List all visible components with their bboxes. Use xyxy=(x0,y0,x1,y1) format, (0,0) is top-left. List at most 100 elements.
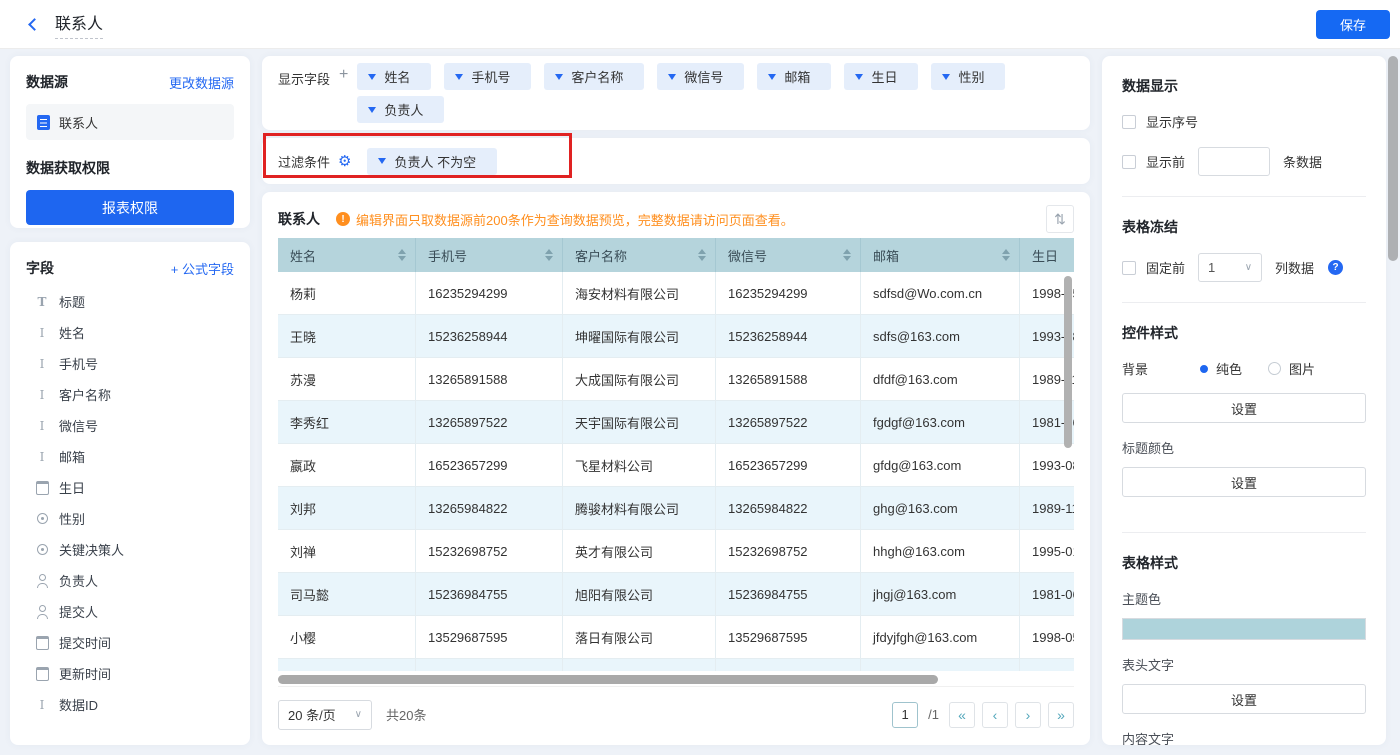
last-page-button[interactable]: » xyxy=(1048,701,1074,728)
table-cell: 杨莉 xyxy=(278,272,416,314)
field-item[interactable]: 微信号 xyxy=(26,410,234,441)
save-button[interactable]: 保存 xyxy=(1315,9,1390,39)
divider xyxy=(1122,302,1366,303)
filter-condition-chip[interactable]: 负责人 不为空 xyxy=(367,147,498,175)
help-icon[interactable]: ? xyxy=(1328,260,1344,275)
field-item[interactable]: 性别 xyxy=(26,503,234,534)
back-button[interactable]: 联系人 xyxy=(28,10,104,39)
field-chip[interactable]: 邮箱 xyxy=(757,63,832,90)
report-permission-button[interactable]: 报表权限 xyxy=(26,190,234,225)
field-chip[interactable]: 微信号 xyxy=(657,63,745,90)
field-item[interactable]: 负责人 xyxy=(26,565,234,596)
datasource-item[interactable]: 联系人 xyxy=(26,104,234,140)
table-row[interactable]: 司马懿 15236984755 旭阳有限公司 15236984755 jhgj@163.… xyxy=(278,573,1074,616)
table-body: 杨莉 16235294299 海安材料有限公司 16235294299 sdfsd@Wo… xyxy=(278,272,1074,671)
background-set-button[interactable]: 设置 xyxy=(1122,393,1366,423)
table-row[interactable]: 小樱 13529687595 落日有限公司 13529687595 jfdyjfgh@1… xyxy=(278,616,1074,659)
field-item-label: 数据ID xyxy=(59,698,99,713)
table-cell: 13265897522 xyxy=(716,401,861,443)
table-header-cell[interactable]: 客户名称 xyxy=(563,238,716,272)
horizontal-scroll-thumb[interactable] xyxy=(278,675,938,684)
field-item[interactable]: 数据ID xyxy=(26,689,234,720)
chevron-down-icon xyxy=(378,158,387,164)
show-first-checkbox[interactable] xyxy=(1122,154,1136,169)
page-scroll-thumb[interactable] xyxy=(1388,56,1398,261)
table-cell: 16523657299 xyxy=(716,444,861,486)
field-chip[interactable]: 手机号 xyxy=(444,63,532,90)
field-item-label: 客户名称 xyxy=(59,388,112,403)
data-table: 姓名 手机号 客户名称 微信号 邮箱 生日 杨莉 16235294299 海安材… xyxy=(278,238,1074,686)
field-item[interactable]: 手机号 xyxy=(26,348,234,379)
table-header-cell[interactable]: 邮箱 xyxy=(861,238,1020,272)
table-header-cell[interactable]: 微信号 xyxy=(716,238,861,272)
table-cell: sdfs@163.com xyxy=(861,315,1020,357)
table-cell xyxy=(278,659,416,671)
table-row[interactable] xyxy=(278,659,1074,671)
table-cell: 13529687595 xyxy=(416,616,563,658)
gear-icon[interactable]: ⚙ xyxy=(338,154,351,169)
field-item[interactable]: 提交人 xyxy=(26,596,234,627)
show-first-count-input[interactable] xyxy=(1198,147,1271,176)
field-item[interactable]: 姓名 xyxy=(26,317,234,348)
field-item-label: 提交人 xyxy=(59,605,99,620)
field-item[interactable]: 更新时间 xyxy=(26,658,234,689)
table-row[interactable]: 杨莉 16235294299 海安材料有限公司 16235294299 sdfsd@Wo… xyxy=(278,272,1074,315)
column-sort-icon[interactable] xyxy=(698,249,706,261)
field-item-label: 标题 xyxy=(59,295,86,310)
table-card: 联系人 ! 编辑界面只取数据源前200条作为查询数据预览，完整数据请访问页面查看… xyxy=(262,192,1090,745)
show-index-checkbox[interactable] xyxy=(1122,114,1136,129)
freeze-count-select[interactable]: 1 ∨ xyxy=(1198,253,1263,282)
field-item[interactable]: 生日 xyxy=(26,472,234,503)
field-item[interactable]: 提交时间 xyxy=(26,627,234,658)
current-page-input[interactable]: 1 xyxy=(892,701,919,728)
main-content: 数据源 更改数据源 联系人 数据获取权限 报表权限 字段 + 公式字段 标题 xyxy=(0,48,1400,755)
field-chip[interactable]: 负责人 xyxy=(357,96,445,123)
field-item[interactable]: 标题 xyxy=(26,286,234,317)
table-style-heading: 表格样式 xyxy=(1122,555,1178,571)
page-size-value: 20 条/页 xyxy=(288,708,336,723)
table-row[interactable]: 嬴政 16523657299 飞星材料公司 16523657299 gfdg@163.c… xyxy=(278,444,1074,487)
field-item[interactable]: 邮箱 xyxy=(26,441,234,472)
table-vertical-scrollbar[interactable] xyxy=(1064,276,1072,448)
header-text-set-button[interactable]: 设置 xyxy=(1122,684,1366,714)
table-header-cell[interactable]: 手机号 xyxy=(416,238,563,272)
chevron-down-icon xyxy=(455,73,464,80)
freeze-columns-checkbox[interactable] xyxy=(1122,260,1136,275)
add-display-field-button[interactable]: + xyxy=(339,66,348,84)
theme-color-swatch[interactable] xyxy=(1122,618,1366,640)
first-page-button[interactable]: « xyxy=(949,701,975,728)
field-item-label: 性别 xyxy=(59,512,86,527)
column-sort-icon[interactable] xyxy=(545,249,553,261)
bg-image-option[interactable]: 图片 xyxy=(1268,359,1315,378)
change-datasource-link[interactable]: 更改数据源 xyxy=(169,73,234,92)
field-item[interactable]: 关键决策人 xyxy=(26,534,234,565)
date-field-icon xyxy=(35,481,49,495)
table-row[interactable]: 李秀红 13265897522 天宇国际有限公司 13265897522 fgdgf@1… xyxy=(278,401,1074,444)
reorder-columns-button[interactable]: ⇅ xyxy=(1046,205,1074,233)
table-row[interactable]: 王晓 15236258944 坤曜国际有限公司 15236258944 sdfs@163… xyxy=(278,315,1074,358)
column-sort-icon[interactable] xyxy=(1002,249,1010,261)
field-item[interactable]: 客户名称 xyxy=(26,379,234,410)
column-sort-icon[interactable] xyxy=(398,249,406,261)
table-row[interactable]: 刘邦 13265984822 腾骏材料有限公司 13265984822 ghg@163.… xyxy=(278,487,1074,530)
field-chip[interactable]: 姓名 xyxy=(357,63,432,90)
table-header-cell[interactable]: 生日 xyxy=(1020,238,1074,272)
field-chip[interactable]: 性别 xyxy=(931,63,1006,90)
text-field-icon xyxy=(35,450,49,464)
add-formula-field-link[interactable]: + 公式字段 xyxy=(171,259,234,278)
table-cell: 13265984822 xyxy=(716,487,861,529)
prev-page-button[interactable]: ‹ xyxy=(982,701,1008,728)
table-row[interactable]: 刘禅 15232698752 英才有限公司 15232698752 hhgh@163.c… xyxy=(278,530,1074,573)
next-page-button[interactable]: › xyxy=(1015,701,1041,728)
table-header-cell[interactable]: 姓名 xyxy=(278,238,416,272)
page-scrollbar xyxy=(1388,56,1399,750)
field-item-label: 生日 xyxy=(59,481,86,496)
table-row[interactable]: 苏漫 13265891588 大成国际有限公司 13265891588 dfdf@163… xyxy=(278,358,1074,401)
column-sort-icon[interactable] xyxy=(843,249,851,261)
field-chip[interactable]: 客户名称 xyxy=(544,63,645,90)
field-chip[interactable]: 生日 xyxy=(844,63,919,90)
bg-solid-option[interactable]: 纯色 xyxy=(1200,359,1242,378)
page-size-select[interactable]: 20 条/页 ∨ xyxy=(278,699,372,730)
title-color-set-button[interactable]: 设置 xyxy=(1122,467,1366,497)
datasource-card: 数据源 更改数据源 联系人 数据获取权限 报表权限 xyxy=(10,56,250,228)
